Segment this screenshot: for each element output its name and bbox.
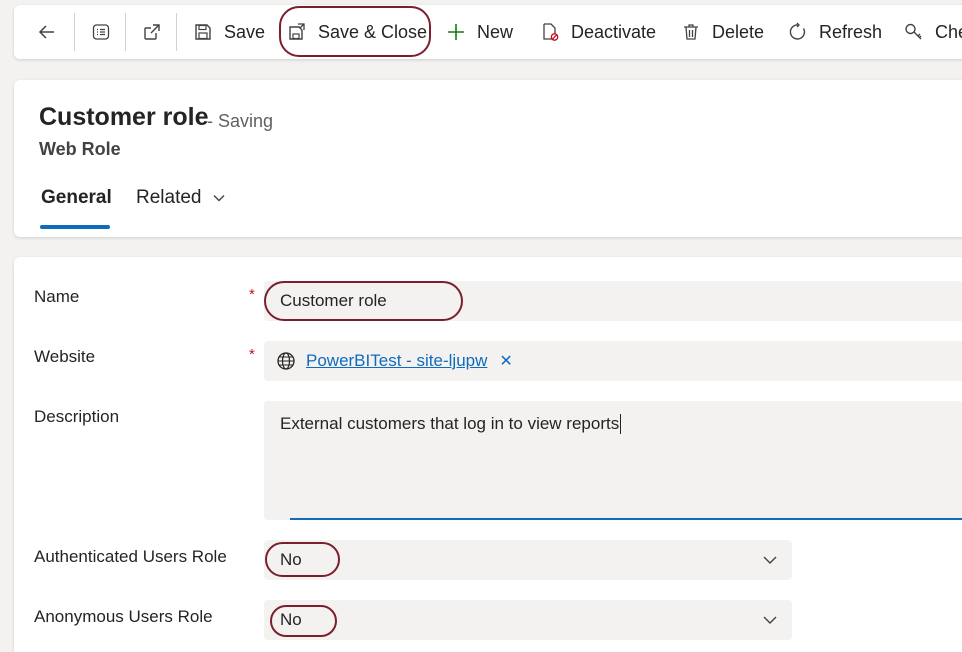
open-new-window-button[interactable]	[141, 5, 173, 59]
delete-label: Delete	[712, 21, 765, 42]
globe-icon	[276, 351, 296, 371]
authenticated-users-role-label: Authenticated Users Role	[34, 547, 227, 566]
refresh-label: Refresh	[819, 21, 883, 42]
tab-related-label: Related	[136, 187, 202, 208]
plus-icon	[445, 21, 467, 43]
back-arrow-icon	[36, 21, 58, 43]
description-value: External customers that log in to view r…	[280, 414, 622, 434]
list-icon	[90, 21, 112, 43]
toolbar-divider	[74, 13, 75, 51]
trash-icon	[680, 21, 702, 43]
chevron-down-icon	[763, 556, 777, 564]
new-button[interactable]: New	[445, 5, 513, 59]
save-label: Save	[224, 21, 266, 42]
chevron-down-icon	[763, 616, 777, 624]
chevron-down-icon	[212, 191, 226, 205]
authenticated-users-role-select[interactable]: No	[264, 540, 792, 580]
deactivate-label: Deactivate	[571, 21, 657, 42]
website-label: Website	[34, 347, 96, 366]
save-close-highlight	[279, 6, 431, 57]
new-label: New	[477, 21, 514, 42]
focus-underline	[290, 518, 962, 520]
general-form: Name * Customer role Website * PowerBITe…	[14, 257, 962, 652]
anonymous-users-role-select[interactable]: No	[264, 600, 792, 640]
back-button[interactable]	[36, 5, 68, 59]
save-button[interactable]: Save	[192, 5, 265, 59]
authenticated-highlight	[265, 542, 340, 577]
refresh-button[interactable]: Refresh	[787, 5, 882, 59]
tab-general[interactable]: General	[41, 187, 112, 209]
delete-button[interactable]: Delete	[680, 5, 764, 59]
check-label: Che	[935, 21, 962, 42]
check-access-button[interactable]: Che	[903, 5, 962, 59]
record-header: Customer role - Saving Web Role General …	[14, 80, 962, 237]
page-title: Customer role	[39, 103, 209, 131]
active-tab-indicator	[40, 225, 110, 229]
refresh-icon	[787, 21, 809, 43]
name-highlight	[264, 281, 463, 321]
required-marker: *	[249, 286, 255, 303]
name-label: Name	[34, 287, 80, 306]
required-marker: *	[249, 346, 255, 363]
toolbar-divider	[176, 13, 177, 51]
anonymous-users-role-label: Anonymous Users Role	[34, 607, 213, 626]
anonymous-highlight	[270, 605, 337, 637]
save-icon	[192, 21, 214, 43]
entity-name: Web Role	[39, 139, 121, 159]
description-textarea[interactable]: External customers that log in to view r…	[264, 401, 962, 520]
website-link[interactable]: PowerBITest - site-ljupw	[306, 351, 487, 371]
toolbar-divider	[125, 13, 126, 51]
tab-related[interactable]: Related	[136, 187, 226, 209]
website-lookup-field[interactable]: PowerBITest - site-ljupw ✕	[264, 341, 962, 381]
remove-icon[interactable]: ✕	[499, 351, 512, 371]
description-label: Description	[34, 407, 120, 426]
command-bar: Save Save & Close New Deactivate Delete …	[14, 5, 962, 59]
open-in-new-window-icon	[141, 21, 163, 43]
deactivate-icon	[539, 21, 561, 43]
save-status: - Saving	[207, 111, 274, 131]
deactivate-button[interactable]: Deactivate	[539, 5, 656, 59]
key-icon	[903, 21, 925, 43]
record-set-button[interactable]	[90, 5, 122, 59]
